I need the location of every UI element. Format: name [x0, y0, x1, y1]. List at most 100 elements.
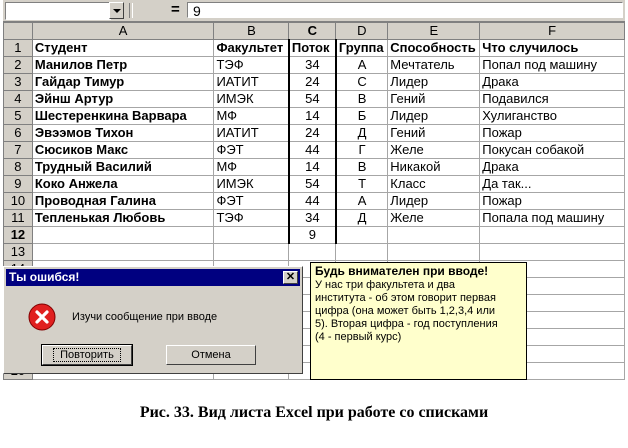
column-header-f[interactable]: F [479, 22, 625, 40]
cell-incident[interactable]: Покусан собакой [479, 141, 625, 159]
column-header-e[interactable]: E [387, 22, 481, 40]
cell-faculty[interactable]: МФ [213, 158, 290, 176]
cell-stream[interactable]: 14 [287, 107, 337, 125]
cell-ability[interactable]: Класс [387, 175, 481, 193]
cell-group[interactable]: В [335, 90, 389, 108]
cell-stream[interactable]: 34 [287, 209, 337, 227]
cell-incident[interactable]: Попал под машину [479, 56, 625, 74]
cell-incident[interactable]: Драка [479, 73, 625, 91]
cell-incident[interactable]: Драка [479, 158, 625, 176]
cell-group[interactable]: А [335, 56, 389, 74]
empty-cell[interactable] [479, 243, 625, 261]
formula-input[interactable]: 9 [187, 2, 623, 19]
cell-stream[interactable]: 44 [287, 141, 337, 159]
cell-group[interactable]: В [335, 158, 389, 176]
row-header[interactable]: 13 [3, 243, 33, 261]
empty-cell[interactable] [213, 243, 290, 261]
cell-ability[interactable]: Никакой [387, 158, 481, 176]
cell-group[interactable]: Д [335, 209, 389, 227]
cell-student[interactable]: Манилов Петр [31, 56, 215, 74]
cell-group[interactable]: Т [335, 175, 389, 193]
cell-ability[interactable]: Лидер [387, 107, 481, 125]
column-header-d[interactable]: D [335, 22, 389, 40]
cell-ability[interactable]: Гений [387, 90, 481, 108]
empty-cell[interactable] [31, 243, 215, 261]
name-box[interactable] [5, 2, 111, 20]
cell-faculty[interactable] [213, 226, 290, 244]
cell-faculty[interactable]: ФЭТ [213, 141, 290, 159]
cell-stream[interactable]: 9 [287, 226, 337, 244]
cell-incident[interactable]: Попала под машину [479, 209, 625, 227]
empty-cell[interactable] [387, 243, 481, 261]
cell-ability[interactable]: Лидер [387, 73, 481, 91]
cell-ability[interactable]: Лидер [387, 192, 481, 210]
cell-stream[interactable]: 24 [287, 73, 337, 91]
row-header[interactable]: 9 [3, 175, 33, 193]
cell-student[interactable]: Тепленькая Любовь [31, 209, 215, 227]
cell-incident[interactable]: Пожар [479, 192, 625, 210]
cell-group[interactable]: Д [335, 124, 389, 142]
cell-faculty[interactable]: ИАТИТ [213, 73, 290, 91]
formula-equals-sign[interactable]: = [171, 2, 180, 18]
header-cell-ability[interactable]: Способность [387, 39, 481, 57]
cell-stream[interactable]: 24 [287, 124, 337, 142]
cell-stream[interactable]: 34 [287, 56, 337, 74]
row-header[interactable]: 4 [3, 90, 33, 108]
close-icon[interactable]: ✕ [283, 271, 298, 284]
cell-ability[interactable]: Гений [387, 124, 481, 142]
column-header-c[interactable]: C [288, 22, 337, 40]
column-header-b[interactable]: B [213, 22, 290, 40]
cell-stream[interactable]: 14 [287, 158, 337, 176]
header-cell-group[interactable]: Группа [335, 39, 389, 57]
header-cell-student[interactable]: Студент [31, 39, 215, 57]
cell-ability[interactable]: Мечтатель [387, 56, 481, 74]
column-header-a[interactable]: A [31, 22, 215, 40]
cancel-button[interactable]: Отмена [166, 345, 256, 365]
name-box-dropdown-icon[interactable] [109, 2, 124, 19]
row-header[interactable]: 2 [3, 56, 33, 74]
cell-student[interactable]: Коко Анжела [31, 175, 215, 193]
cell-group[interactable] [335, 226, 389, 244]
retry-button[interactable]: Повторить [41, 344, 133, 366]
cell-group[interactable]: Г [335, 141, 389, 159]
empty-cell[interactable] [288, 243, 337, 261]
cell-student[interactable]: Эйнш Артур [31, 90, 215, 108]
cell-student[interactable]: Сюсиков Макс [31, 141, 215, 159]
cell-ability[interactable]: Желе [387, 141, 481, 159]
cell-stream[interactable]: 54 [287, 175, 337, 193]
cell-incident[interactable]: Подавился [479, 90, 625, 108]
cell-student[interactable]: Эвээмов Тихон [31, 124, 215, 142]
cell-faculty[interactable]: МФ [213, 107, 290, 125]
header-cell-faculty[interactable]: Факультет [213, 39, 290, 57]
cell-faculty[interactable]: ИМЭК [213, 90, 290, 108]
cell-incident[interactable]: Да так... [479, 175, 625, 193]
cell-ability[interactable] [387, 226, 481, 244]
cell-student[interactable]: Проводная Галина [31, 192, 215, 210]
cell-faculty[interactable]: ФЭТ [213, 192, 290, 210]
row-header[interactable]: 5 [3, 107, 33, 125]
cell-faculty[interactable]: ТЭФ [213, 209, 290, 227]
cell-student[interactable]: Трудный Василий [31, 158, 215, 176]
cell-group[interactable]: С [335, 73, 389, 91]
cell-incident[interactable]: Пожар [479, 124, 625, 142]
cell-group[interactable]: Б [335, 107, 389, 125]
cell-incident[interactable]: Хулиганство [479, 107, 625, 125]
row-header[interactable]: 1 [3, 39, 33, 57]
row-header[interactable]: 11 [3, 209, 33, 227]
row-header[interactable]: 3 [3, 73, 33, 91]
row-header[interactable]: 7 [3, 141, 33, 159]
row-header[interactable]: 12 [3, 226, 33, 244]
cell-faculty[interactable]: ИМЭК [213, 175, 290, 193]
cell-student[interactable]: Гайдар Тимур [31, 73, 215, 91]
cell-group[interactable]: А [335, 192, 389, 210]
row-header[interactable]: 6 [3, 124, 33, 142]
cell-student[interactable] [31, 226, 215, 244]
header-cell-incident[interactable]: Что случилось [479, 39, 625, 57]
empty-cell[interactable] [335, 243, 389, 261]
header-cell-stream[interactable]: Поток [287, 39, 337, 57]
row-header[interactable]: 8 [3, 158, 33, 176]
cell-faculty[interactable]: ИАТИТ [213, 124, 290, 142]
cell-faculty[interactable]: ТЭФ [213, 56, 290, 74]
cell-ability[interactable]: Желе [387, 209, 481, 227]
cell-stream[interactable]: 54 [287, 90, 337, 108]
